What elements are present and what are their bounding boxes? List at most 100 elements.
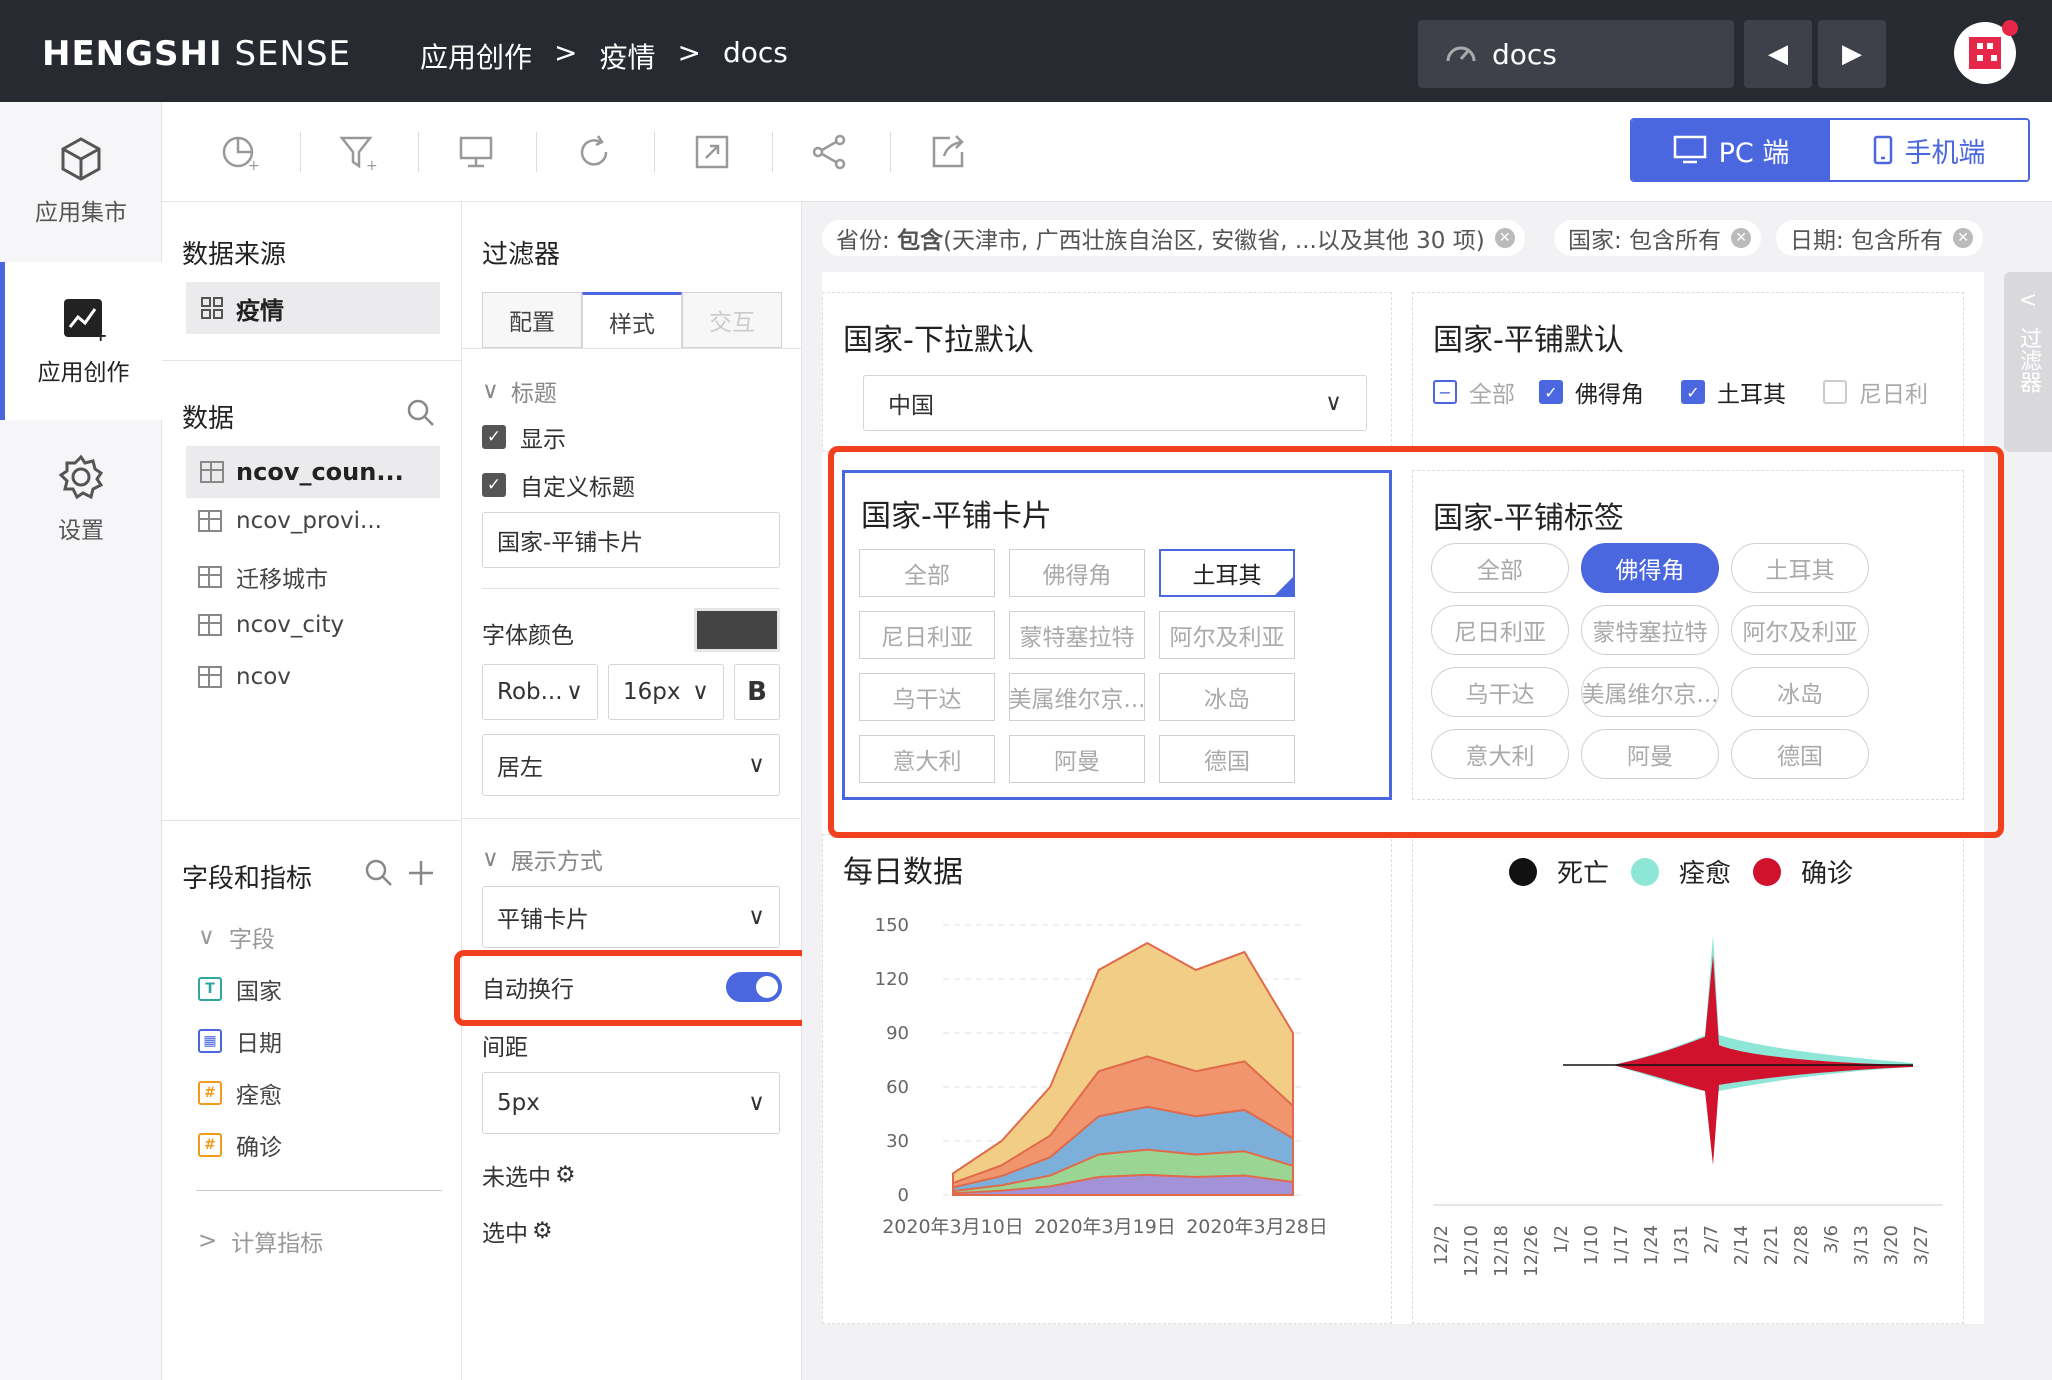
- checkbox-country[interactable]: ✓ 佛得角: [1539, 375, 1644, 409]
- presentation-icon[interactable]: [454, 130, 498, 174]
- field-item[interactable]: # 确诊: [198, 1128, 282, 1162]
- nav-app-market[interactable]: 应用集市: [0, 102, 162, 260]
- close-icon[interactable]: ✕: [1953, 228, 1974, 248]
- breadcrumb: 应用创作 > 疫情 > docs: [420, 36, 788, 76]
- table-item[interactable]: ncov_city: [198, 612, 344, 638]
- chevron-down-icon: ∨: [482, 378, 499, 404]
- table-item[interactable]: ncov_provi...: [198, 508, 382, 534]
- nav-label: 应用集市: [35, 200, 127, 226]
- font-family-select[interactable]: Rob... ∨: [482, 664, 598, 720]
- table-item[interactable]: ncov: [198, 664, 291, 690]
- field-item[interactable]: ▦ 日期: [198, 1024, 282, 1058]
- export-icon[interactable]: [926, 130, 970, 174]
- avatar[interactable]: [1954, 20, 2018, 84]
- plus-icon[interactable]: [406, 858, 436, 888]
- mobile-view-label: 手机端: [1904, 137, 1986, 169]
- dashboard-selector[interactable]: docs: [1418, 20, 1734, 88]
- table-item[interactable]: 迁移城市: [198, 560, 328, 594]
- display-select[interactable]: 平铺卡片 ∨: [482, 886, 780, 948]
- filter-chip-country[interactable]: 国家: 包含所有 ✕: [1554, 220, 1762, 256]
- filter-card-tile-default: 国家-平铺默认 − 全部 ✓ 佛得角 ✓ 土耳其 尼日利: [1412, 292, 1964, 452]
- number-type-icon: #: [198, 1133, 222, 1157]
- filter-chip-province[interactable]: 省份: 包含(天津市, 广西壮族自治区, 安徽省, ...以及其他 30 项) …: [822, 220, 1525, 256]
- checkbox-all[interactable]: − 全部: [1433, 375, 1515, 409]
- svg-text:+: +: [366, 158, 378, 172]
- cube-icon: [61, 137, 101, 181]
- dashboard-icon: [1446, 46, 1476, 62]
- notification-dot: [2002, 20, 2018, 36]
- title-input[interactable]: 国家-平铺卡片: [482, 512, 780, 568]
- brand-logo[interactable]: HENGSHI SENSE: [42, 34, 351, 74]
- pc-view-button[interactable]: PC 端: [1632, 120, 1830, 180]
- tab-interaction[interactable]: 交互: [682, 292, 782, 348]
- title-section-toggle[interactable]: ∨ 标题: [482, 374, 557, 408]
- refresh-icon[interactable]: [572, 130, 616, 174]
- spacing-select[interactable]: 5px ∨: [482, 1072, 780, 1134]
- font-color-swatch[interactable]: [694, 608, 780, 652]
- selected-label: 选中: [482, 1221, 528, 1247]
- close-icon[interactable]: ✕: [1731, 228, 1752, 248]
- x-tick-label: 1/2: [1551, 1225, 1572, 1254]
- crumb-epidemic[interactable]: 疫情: [599, 36, 655, 76]
- triangle-right-icon: ▶: [1842, 39, 1862, 69]
- legend-item[interactable]: 死亡: [1509, 853, 1609, 890]
- show-title-checkbox[interactable]: ✓ 显示: [482, 420, 566, 454]
- custom-title-checkbox[interactable]: ✓ 自定义标题: [482, 468, 635, 502]
- checkbox-country[interactable]: ✓ 土耳其: [1681, 375, 1786, 409]
- font-color-label: 字体颜色: [482, 623, 574, 649]
- display-section-toggle[interactable]: ∨ 展示方式: [482, 842, 603, 876]
- share-icon[interactable]: [808, 130, 852, 174]
- checkmark-icon: ✓: [482, 425, 506, 449]
- field-item[interactable]: T 国家: [198, 972, 282, 1006]
- chevron-down-icon: ∨: [748, 752, 765, 778]
- add-chart-icon[interactable]: +: [218, 130, 262, 174]
- svg-text:+: +: [248, 158, 260, 172]
- mobile-view-button[interactable]: 手机端: [1830, 120, 2028, 180]
- calc-metrics-toggle[interactable]: > 计算指标: [198, 1224, 323, 1258]
- x-tick-label: 1/10: [1581, 1225, 1602, 1265]
- add-filter-icon[interactable]: +: [336, 130, 380, 174]
- x-tick-label: 12/26: [1521, 1225, 1542, 1277]
- close-icon[interactable]: ✕: [1494, 228, 1515, 248]
- chevron-down-icon: ∨: [748, 904, 765, 930]
- country-dropdown[interactable]: 中国 ∨: [863, 375, 1367, 431]
- search-icon[interactable]: [406, 398, 436, 428]
- toolbar-divider: [772, 132, 773, 172]
- legend-item[interactable]: 确诊: [1753, 853, 1853, 890]
- chip-label: 日期: 包含所有: [1790, 228, 1944, 254]
- field-item[interactable]: # 痊愈: [198, 1076, 282, 1110]
- unselected-style[interactable]: 未选中 ⚙: [482, 1158, 576, 1192]
- tab-style[interactable]: 样式: [582, 292, 682, 348]
- expand-icon[interactable]: [690, 130, 734, 174]
- app-window: HENGSHI SENSE 应用创作 > 疫情 > docs docs ◀ ▶ …: [0, 0, 2052, 1380]
- fields-group-toggle[interactable]: ∨ 字段: [198, 920, 275, 954]
- table-item-active[interactable]: ncov_coun...: [186, 446, 440, 498]
- bold-button[interactable]: B: [734, 664, 780, 720]
- selected-style[interactable]: 选中 ⚙: [482, 1214, 553, 1248]
- tab-config[interactable]: 配置: [482, 292, 582, 348]
- settings-tabs: 配置 样式 交互: [482, 292, 782, 348]
- nav-settings[interactable]: 设置: [0, 420, 162, 578]
- checkbox-country[interactable]: 尼日利: [1823, 375, 1949, 409]
- prev-button[interactable]: ◀: [1744, 20, 1812, 88]
- crumb-app-create[interactable]: 应用创作: [420, 36, 532, 76]
- next-button[interactable]: ▶: [1818, 20, 1886, 88]
- gear-icon: ⚙: [532, 1218, 553, 1244]
- legend-item[interactable]: 痊愈: [1631, 853, 1731, 890]
- y-tick-label: 60: [886, 1077, 909, 1098]
- align-select[interactable]: 居左 ∨: [482, 734, 780, 796]
- filter-side-tab[interactable]: < 过滤器: [2004, 272, 2052, 452]
- fields-group-label: 字段: [228, 927, 275, 953]
- chevron-down-icon: ∨: [748, 1090, 765, 1116]
- datasource-item[interactable]: 疫情: [186, 282, 440, 334]
- search-icon[interactable]: [364, 858, 394, 888]
- font-size-select[interactable]: 16px ∨: [608, 664, 724, 720]
- filter-chip-date[interactable]: 日期: 包含所有 ✕: [1776, 220, 1984, 256]
- x-tick-label: 2/7: [1701, 1225, 1722, 1254]
- field-label: 确诊: [236, 1135, 282, 1161]
- checkbox-label: 尼日利: [1859, 382, 1928, 408]
- divider: [196, 1190, 442, 1191]
- x-tick-label: 2/21: [1761, 1225, 1782, 1265]
- section-label: 展示方式: [510, 849, 603, 875]
- nav-app-create[interactable]: + 应用创作: [0, 262, 162, 420]
